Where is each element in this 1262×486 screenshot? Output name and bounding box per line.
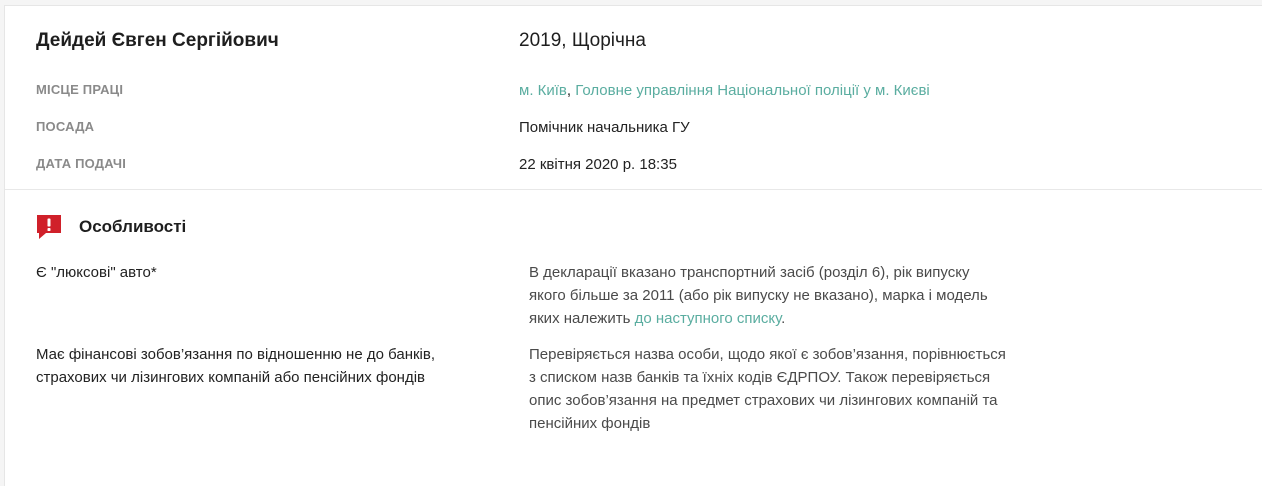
workplace-city-link[interactable]: м. Київ	[519, 82, 567, 99]
luxury-list-link[interactable]: до наступного списку	[635, 310, 782, 327]
submission-date-value: 22 квітня 2020 р. 18:35	[519, 156, 677, 173]
declaration-type: 2019, Щорічна	[519, 30, 646, 51]
position-label: ПОСАДА	[36, 119, 95, 134]
workplace-org-link[interactable]: Головне управління Національної поліції …	[575, 82, 930, 99]
person-name[interactable]: Дейдей Євген Сергійович	[36, 30, 279, 52]
feature-desc-end: .	[781, 310, 786, 327]
workplace-value: м. Київ, Головне управління Національної…	[519, 82, 930, 99]
submission-date-label: ДАТА ПОДАЧІ	[36, 156, 127, 171]
features-title: Особливості	[79, 217, 187, 236]
feature-desc-financial-obligations: Перевіряється назва особи, щодо якої є з…	[529, 346, 1006, 432]
declaration-card: Дейдей Євген Сергійович 2019, Щорічна МІ…	[4, 5, 1262, 486]
declaration-header: Дейдей Євген Сергійович 2019, Щорічна МІ…	[5, 6, 1262, 190]
feature-name-luxury-car: Є "люксові" авто*	[36, 264, 157, 281]
feature-name-financial-obligations: Має фінансові зобов’язання по відношенню…	[36, 346, 436, 386]
workplace-label: МІСЦЕ ПРАЦІ	[36, 82, 124, 97]
position-value: Помічник начальника ГУ	[519, 119, 690, 136]
feature-desc-luxury-car: В декларації вказано транспортний засіб …	[529, 261, 1009, 330]
alert-icon	[37, 215, 61, 239]
workplace-separator: ,	[566, 82, 576, 99]
